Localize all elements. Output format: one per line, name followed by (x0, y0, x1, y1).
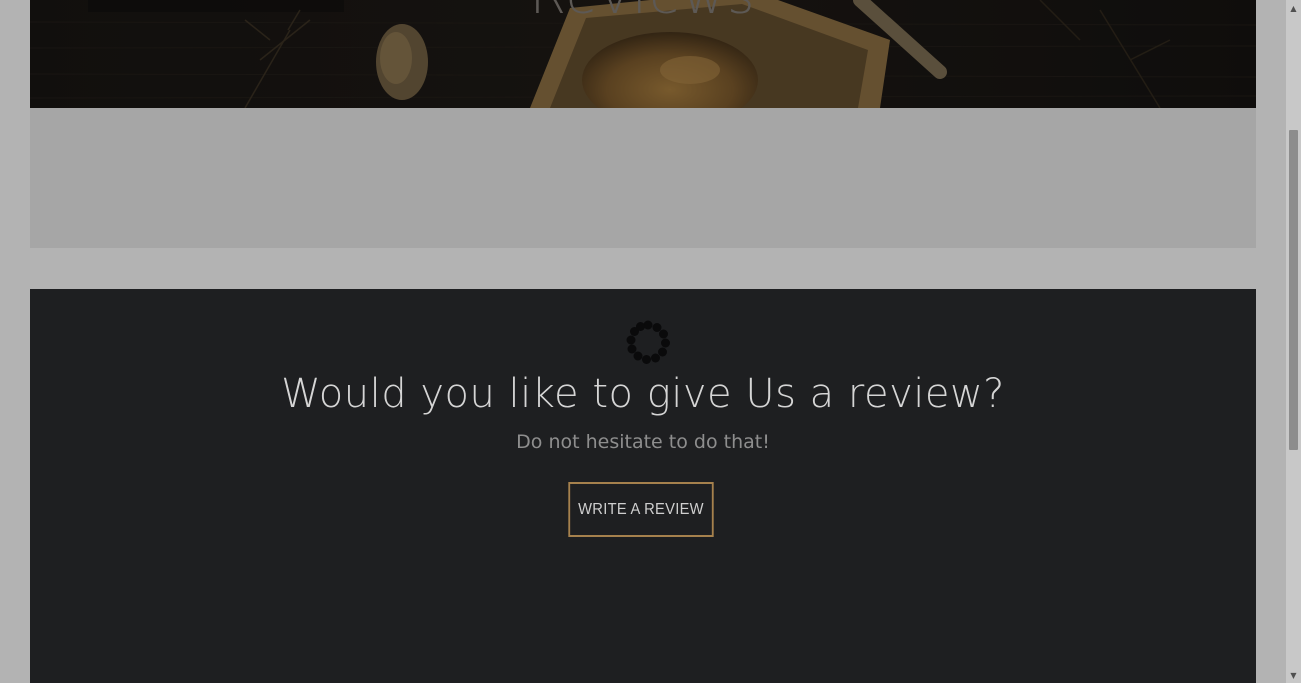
cta-subheading: Do not hesitate to do that! (516, 431, 770, 453)
cta-heading: Would you like to give Us a review? (281, 371, 1005, 417)
page: Reviews Would you like to give Us a revi… (0, 0, 1301, 683)
review-cta-section: Would you like to give Us a review? Do n… (30, 289, 1256, 683)
arrow-down-icon[interactable]: ▼ (1286, 667, 1301, 683)
vertical-scrollbar[interactable]: ▲ ▼ (1286, 0, 1301, 683)
hero-title: Reviews (30, 0, 1256, 26)
spinner-icon (626, 320, 670, 364)
hero-banner: Reviews (30, 0, 1256, 108)
write-review-button[interactable]: Write a review (568, 482, 714, 537)
arrow-up-icon[interactable]: ▲ (1286, 0, 1301, 16)
scrollbar-thumb[interactable] (1289, 130, 1298, 450)
content-placeholder (30, 108, 1256, 248)
